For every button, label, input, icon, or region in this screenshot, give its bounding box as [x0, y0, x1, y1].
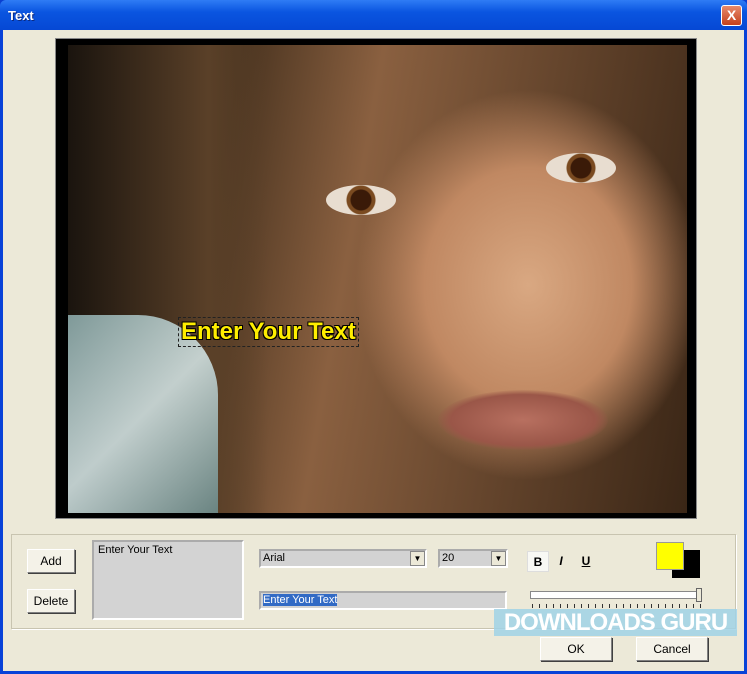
bold-button[interactable]: B [527, 551, 549, 572]
title-bar: Text X [0, 0, 747, 30]
slider-ticks [532, 604, 702, 608]
text-input[interactable]: Enter Your Text [259, 591, 507, 610]
preview-photo: Enter Your Text [68, 45, 687, 513]
dialog-body: Enter Your Text Add Delete Enter Your Te… [3, 30, 744, 671]
text-dialog: Text X Enter Your Text Add Delete Enter … [0, 0, 747, 674]
window-title: Text [8, 8, 34, 23]
size-select[interactable]: 20 ▼ [438, 549, 508, 568]
font-value: Arial [263, 552, 286, 564]
text-overlay[interactable]: Enter Your Text [178, 317, 359, 347]
add-button[interactable]: Add [27, 549, 75, 573]
italic-button[interactable]: I [550, 551, 572, 572]
font-select[interactable]: Arial ▼ [259, 549, 427, 568]
chevron-down-icon[interactable]: ▼ [491, 551, 506, 566]
text-list[interactable]: Enter Your Text [92, 540, 244, 620]
preview-frame: Enter Your Text [55, 38, 697, 519]
watermark: DOWNLOADS GURU [494, 609, 737, 636]
slider-thumb[interactable] [696, 588, 702, 602]
transparency-slider[interactable] [530, 591, 702, 599]
ok-button[interactable]: OK [540, 637, 612, 661]
left-eye [326, 185, 396, 215]
close-button[interactable]: X [721, 5, 742, 26]
list-item[interactable]: Enter Your Text [98, 544, 238, 556]
cancel-button[interactable]: Cancel [636, 637, 708, 661]
text-color-swatch[interactable] [656, 542, 684, 570]
lips [438, 390, 608, 450]
right-eye [546, 153, 616, 183]
delete-button[interactable]: Delete [27, 589, 75, 613]
size-value: 20 [442, 552, 455, 564]
underline-button[interactable]: U [575, 551, 597, 572]
chevron-down-icon[interactable]: ▼ [410, 551, 425, 566]
text-input-value: Enter Your Text [263, 594, 338, 606]
